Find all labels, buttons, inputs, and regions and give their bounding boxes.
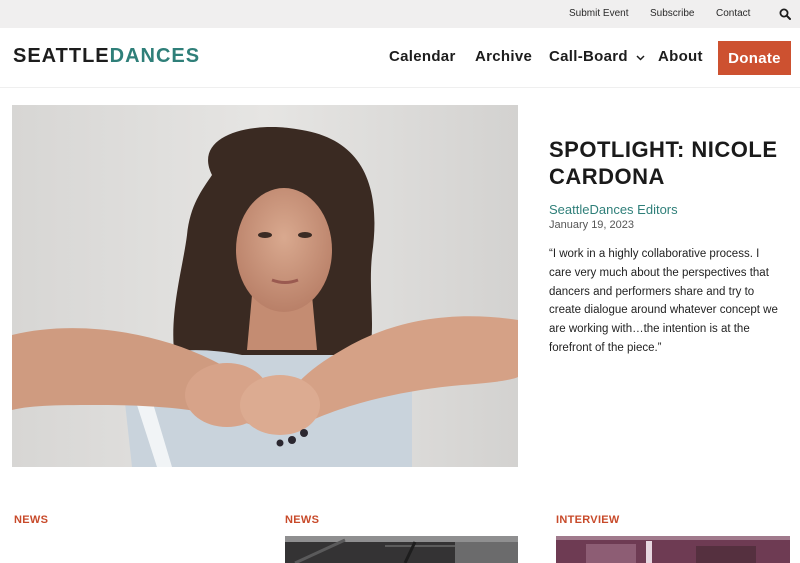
site-logo[interactable]: SEATTLEDANCES	[13, 45, 200, 68]
logo-text-seattle: SEATTLE	[13, 45, 110, 67]
feature-title[interactable]: SPOTLIGHT: NICOLE CARDONA	[549, 136, 789, 190]
card-tag-news[interactable]: NEWS	[14, 514, 48, 526]
chevron-down-icon[interactable]	[636, 55, 645, 61]
submit-event-link[interactable]: Submit Event	[569, 8, 628, 19]
site-header: SEATTLEDANCES Calendar Archive Call-Boar…	[0, 28, 800, 88]
contact-link[interactable]: Contact	[716, 8, 750, 19]
card-image[interactable]	[556, 536, 790, 563]
nav-calendar[interactable]: Calendar	[389, 48, 456, 65]
search-icon[interactable]	[779, 8, 791, 20]
donate-button[interactable]: Donate	[718, 41, 791, 75]
utility-bar: Submit Event Subscribe Contact	[0, 0, 800, 28]
card-image[interactable]	[285, 536, 518, 563]
nav-archive[interactable]: Archive	[475, 48, 532, 65]
logo-text-dances: DANCES	[109, 45, 201, 67]
subscribe-link[interactable]: Subscribe	[650, 8, 694, 19]
feature-quote: “I work in a highly collaborative proces…	[549, 248, 778, 354]
card-tag-news[interactable]: NEWS	[285, 514, 319, 526]
card-tag-interview[interactable]: INTERVIEW	[556, 514, 620, 526]
nav-call-board[interactable]: Call-Board	[549, 48, 628, 65]
feature-image[interactable]	[12, 105, 518, 467]
feature-date: January 19, 2023	[549, 219, 635, 231]
feature-author[interactable]: SeattleDances Editors	[549, 202, 678, 217]
nav-about[interactable]: About	[658, 48, 703, 65]
